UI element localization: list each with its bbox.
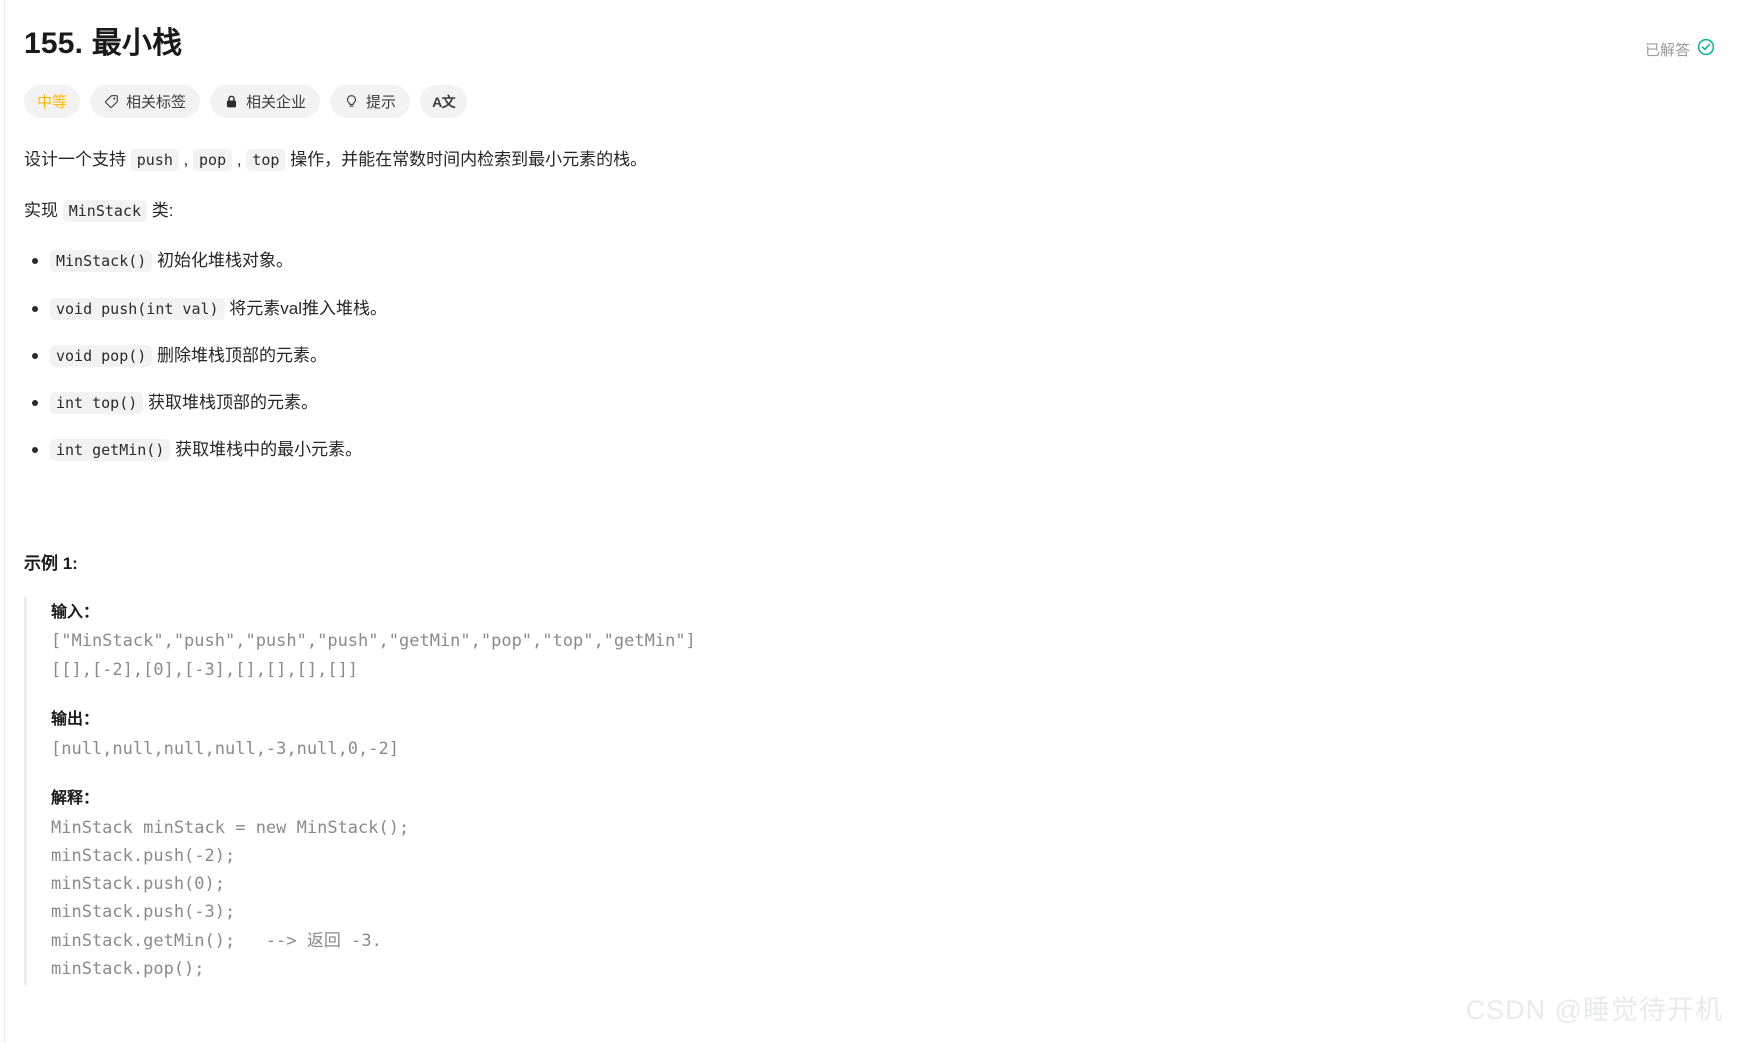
example-output-group: 输出： [null,null,null,null,-3,null,0,-2] <box>51 706 1717 763</box>
lightbulb-icon <box>344 94 359 109</box>
example-output-label: 输出： <box>51 710 100 728</box>
status-label: 已解答 <box>1644 42 1690 59</box>
list-item: int getMin() 获取堆栈中的最小元素。 <box>32 436 1717 463</box>
related-companies-button[interactable]: 相关企业 <box>210 85 321 118</box>
lock-icon <box>224 94 239 109</box>
check-circle-icon <box>1697 38 1715 61</box>
method-signature: MinStack() <box>50 250 153 273</box>
hints-label: 提示 <box>366 94 397 111</box>
page-title: 155. 最小栈 <box>24 27 183 60</box>
implement-text-suffix: 类: <box>146 201 174 221</box>
method-signature: void push(int val) <box>50 297 225 320</box>
problem-header: 155. 最小栈 已解答 <box>0 0 1741 64</box>
method-description: 获取堆栈顶部的元素。 <box>143 393 319 413</box>
example-explain-code: MinStack minStack = new MinStack(); minS… <box>51 817 410 979</box>
example-input-code: ["MinStack","push","push","push","getMin… <box>51 631 696 680</box>
method-list: MinStack() 初始化堆栈对象。 void push(int val) 将… <box>24 247 1717 463</box>
method-description: 将元素val推入堆栈。 <box>224 298 388 318</box>
desc-sep-1: , <box>178 150 194 169</box>
problem-content: 设计一个支持 push , pop , top 操作，并能在常数时间内检索到最小… <box>0 145 1741 985</box>
tag-icon <box>104 94 119 109</box>
method-signature: int top() <box>50 392 144 415</box>
problem-description-panel: 155. 最小栈 已解答 中等 相关标签 相关企业 提示 A文 设计一个支持 p… <box>0 0 1741 1043</box>
problem-meta-toolbar: 中等 相关标签 相关企业 提示 A文 <box>0 64 1741 118</box>
list-item: void pop() 删除堆栈顶部的元素。 <box>32 342 1717 369</box>
example-output-code: [null,null,null,null,-3,null,0,-2] <box>51 738 399 759</box>
example-block: 输入： ["MinStack","push","push","push","ge… <box>24 596 1717 985</box>
code-pop: pop <box>193 149 233 171</box>
example-input-group: 输入： ["MinStack","push","push","push","ge… <box>51 599 1717 684</box>
example-explain-group: 解释： MinStack minStack = new MinStack(); … <box>51 785 1717 983</box>
description-paragraph-1: 设计一个支持 push , pop , top 操作，并能在常数时间内检索到最小… <box>24 145 1717 174</box>
example-input-label: 输入： <box>51 603 100 621</box>
method-signature: void pop() <box>50 344 153 367</box>
method-description: 初始化堆栈对象。 <box>152 251 294 271</box>
implement-text-prefix: 实现 <box>24 201 63 221</box>
description-paragraph-2: 实现 MinStack 类: <box>24 196 1717 225</box>
code-top: top <box>246 149 286 171</box>
code-minstack: MinStack <box>62 200 147 223</box>
status-badge: 已解答 <box>1645 38 1715 61</box>
desc-text-prefix: 设计一个支持 <box>24 150 131 169</box>
example-heading: 示例 1: <box>24 554 78 574</box>
related-tags-label: 相关标签 <box>126 94 187 111</box>
related-companies-label: 相关企业 <box>246 94 307 111</box>
related-tags-button[interactable]: 相关标签 <box>90 85 201 118</box>
desc-sep-2: , <box>232 150 247 169</box>
desc-text-suffix: 操作，并能在常数时间内检索到最小元素的栈。 <box>285 150 648 169</box>
hints-button[interactable]: 提示 <box>330 85 411 118</box>
list-item: void push(int val) 将元素val推入堆栈。 <box>32 295 1717 322</box>
list-item: MinStack() 初始化堆栈对象。 <box>32 247 1717 274</box>
example-explain-label: 解释： <box>51 789 100 807</box>
code-push: push <box>130 149 179 171</box>
difficulty-label: 中等 <box>37 94 68 111</box>
difficulty-badge: 中等 <box>24 85 81 118</box>
translate-icon: A文 <box>432 93 456 110</box>
list-item: int top() 获取堆栈顶部的元素。 <box>32 389 1717 416</box>
language-toggle-button[interactable]: A文 <box>420 85 468 118</box>
method-description: 删除堆栈顶部的元素。 <box>152 345 328 365</box>
csdn-watermark: CSDN @睡觉待开机 <box>1465 995 1723 1025</box>
method-description: 获取堆栈中的最小元素。 <box>170 440 363 460</box>
method-signature: int getMin() <box>50 439 171 462</box>
